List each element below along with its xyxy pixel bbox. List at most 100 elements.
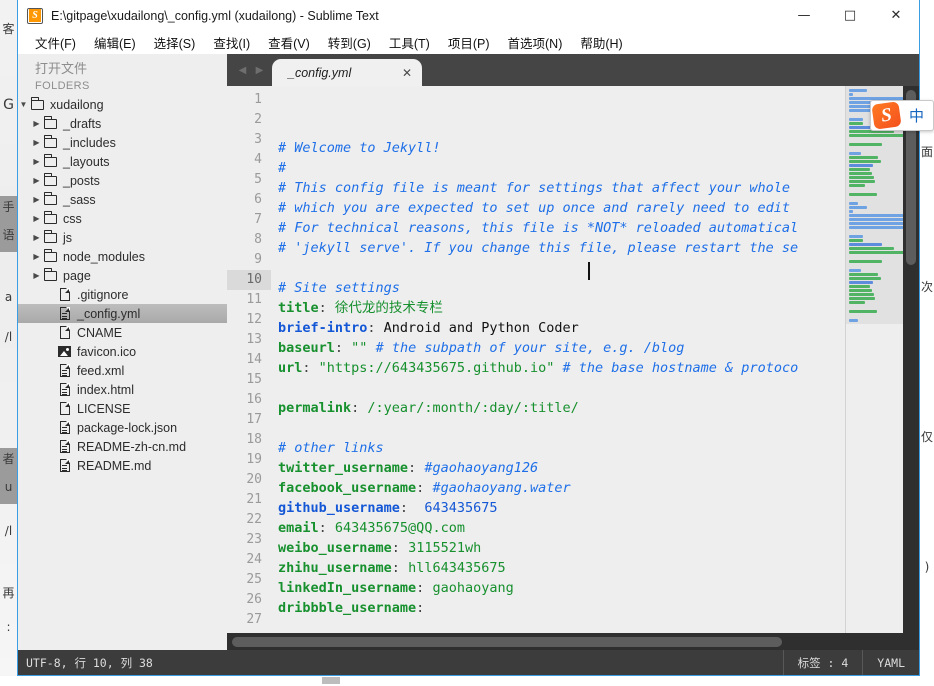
sidebar-folders-header[interactable]: FOLDERS [18,78,227,95]
horizontal-scrollbar[interactable] [227,633,919,650]
line-number: 14 [246,352,262,367]
code-token-cmt: # For technical reasons, this file is *N… [278,220,799,236]
sidebar-item-config-yml[interactable]: _config.yml [18,304,227,323]
tab-prev-icon[interactable]: ◀ [234,60,251,80]
maximize-button[interactable]: □ [827,0,873,31]
code-line[interactable] [271,378,845,398]
menu-item-view[interactable]: 查看(V) [259,31,319,54]
menu-item-project[interactable]: 项目(P) [439,31,499,54]
vertical-scrollbar[interactable] [903,86,919,633]
code-line[interactable]: linkedIn_username: gaohaoyang [271,578,845,598]
sidebar-item-sass[interactable]: ▶ _sass [18,190,227,209]
status-bar: UTF-8, 行 10, 列 38 标签 : 4 YAML [18,650,919,675]
background-glyph: G [3,97,14,113]
menu-item-edit[interactable]: 编辑(E) [85,31,145,54]
code-line[interactable] [271,258,845,278]
folder-icon [42,229,59,243]
sidebar-item-feed-xml[interactable]: feed.xml [18,361,227,380]
chevron-right-icon[interactable]: ▶ [31,195,42,204]
status-encoding-position[interactable]: UTF-8, 行 10, 列 38 [18,655,153,671]
ime-mode-label[interactable]: 中 [900,105,933,126]
status-tab-size[interactable]: 标签 : 4 [782,650,863,675]
sidebar-item-gitignore[interactable]: .gitignore [18,285,227,304]
sidebar-item-readme-zh-cn-md[interactable]: README-zh-cn.md [18,437,227,456]
menu-item-tools[interactable]: 工具(T) [380,31,439,54]
chevron-right-icon[interactable]: ▶ [31,176,42,185]
sidebar-item-label: node_modules [63,249,146,264]
menu-item-goto[interactable]: 转到(G) [319,31,380,54]
horizontal-scrollbar-thumb[interactable] [232,637,782,647]
code-line[interactable]: dribbble_username: [271,598,845,618]
tab-next-icon[interactable]: ▶ [251,60,268,80]
code-token-cmt: # the base hostname & protoco [554,360,799,376]
sidebar-item-readme-md[interactable]: README.md [18,456,227,475]
code-line[interactable] [271,418,845,438]
menu-item-selection[interactable]: 选择(S) [145,31,205,54]
sidebar-item-cname[interactable]: CNAME [18,323,227,342]
file-icon [56,326,73,339]
code-line[interactable]: # Welcome to Jekyll! [271,138,845,158]
minimap[interactable] [845,86,919,633]
sidebar-item-js[interactable]: ▶ js [18,228,227,247]
code-line[interactable]: # other links [271,438,845,458]
chevron-right-icon[interactable]: ▶ [31,233,42,242]
sogou-ime-indicator[interactable]: S 中 [870,100,934,131]
sidebar-item-license[interactable]: LICENSE [18,399,227,418]
menu-item-preferences[interactable]: 首选项(N) [499,31,572,54]
code-line[interactable]: github_username: 643435675 [271,498,845,518]
menu-item-file[interactable]: 文件(F) [26,31,85,54]
code-line[interactable]: twitter_username: #gaohaoyang126 [271,458,845,478]
code-token-val: "https://643435675.github.io" [310,360,555,376]
sidebar-item-label: xudailong [50,97,104,112]
chevron-right-icon[interactable]: ▶ [31,252,42,261]
code-line[interactable]: facebook_username: #gaohaoyang.water [271,478,845,498]
code-line[interactable]: # This config file is meant for settings… [271,178,845,198]
sidebar-item-index-html[interactable]: index.html [18,380,227,399]
code-text[interactable]: # Welcome to Jekyll! # # This config file … [271,86,845,633]
code-line[interactable]: # Site settings [271,278,845,298]
code-line[interactable]: # 'jekyll serve'. If you change this fil… [271,238,845,258]
sidebar-item-page[interactable]: ▶ page [18,266,227,285]
code-line[interactable]: email: 643435675@QQ.com [271,518,845,538]
sidebar-item-includes[interactable]: ▶ _includes [18,133,227,152]
line-number: 3 [254,132,262,147]
sidebar-item-package-lock-json[interactable]: package-lock.json [18,418,227,437]
code-line[interactable]: weibo_username: 3115521wh [271,538,845,558]
sidebar-item-label: _drafts [63,116,102,131]
chevron-right-icon[interactable]: ▶ [31,271,42,280]
chevron-down-icon[interactable]: ▼ [18,100,29,109]
close-button[interactable]: ✕ [873,0,919,31]
chevron-right-icon[interactable]: ▶ [31,214,42,223]
sidebar-item-favicon-ico[interactable]: favicon.ico [18,342,227,361]
code-line[interactable] [271,618,845,633]
tab-config-yml[interactable]: _config.yml ✕ [272,59,422,86]
chevron-right-icon[interactable]: ▶ [31,119,42,128]
sidebar-item-node-modules[interactable]: ▶ node_modules [18,247,227,266]
minimize-button[interactable]: — [781,0,827,31]
sidebar-item-xudailong[interactable]: ▼ xudailong [18,95,227,114]
sidebar-open-files-header[interactable]: 打开文件 [18,54,227,78]
chevron-right-icon[interactable]: ▶ [31,157,42,166]
code-line[interactable]: url: "https://643435675.github.io" # the… [271,358,845,378]
menu-item-find[interactable]: 查找(I) [204,31,259,54]
sidebar-item-posts[interactable]: ▶ _posts [18,171,227,190]
code-line[interactable]: brief-intro: Android and Python Coder [271,318,845,338]
code-line[interactable]: title: 徐代龙的技术专栏 [271,298,845,318]
sidebar-item-label: _posts [63,173,100,188]
status-syntax[interactable]: YAML [862,650,919,675]
code-line[interactable]: # For technical reasons, this file is *N… [271,218,845,238]
chevron-right-icon[interactable]: ▶ [31,138,42,147]
sidebar-item-label: LICENSE [77,401,131,416]
menu-item-help[interactable]: 帮助(H) [571,31,631,54]
code-line[interactable]: # [271,158,845,178]
sidebar-item-css[interactable]: ▶ css [18,209,227,228]
code-line[interactable]: zhihu_username: hll643435675 [271,558,845,578]
code-line[interactable]: baseurl: "" # the subpath of your site, … [271,338,845,358]
file-icon [56,288,73,301]
code-token-val: gaohaoyang [424,580,514,596]
code-line[interactable]: # which you are expected to set up once … [271,198,845,218]
close-icon[interactable]: ✕ [376,66,412,80]
sidebar-item-layouts[interactable]: ▶ _layouts [18,152,227,171]
sidebar-item-drafts[interactable]: ▶ _drafts [18,114,227,133]
code-line[interactable]: permalink: /:year/:month/:day/:title/ [271,398,845,418]
